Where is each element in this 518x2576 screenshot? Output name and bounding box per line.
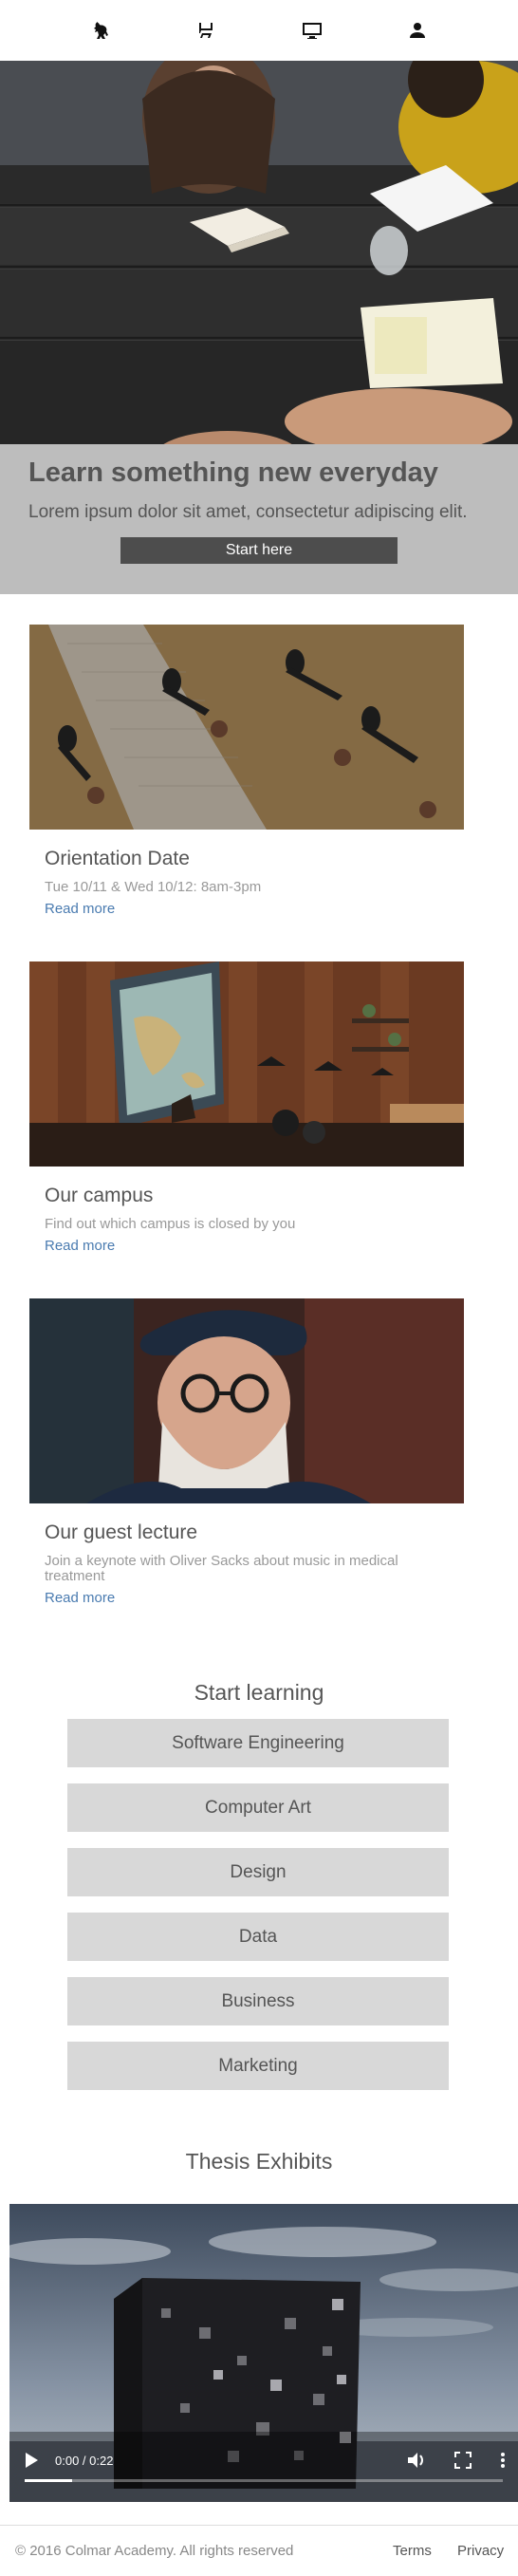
footer-privacy-link[interactable]: Privacy — [457, 2543, 504, 2559]
course-button-business[interactable]: Business — [67, 1977, 449, 2025]
card-title: Our campus — [45, 1185, 154, 1206]
read-more-link[interactable]: Read more — [29, 1590, 464, 1606]
person-icon — [410, 23, 426, 38]
card-image-campus — [29, 961, 464, 1167]
read-more-link[interactable]: Read more — [29, 1238, 464, 1254]
top-nav — [0, 0, 518, 61]
footer-terms-link[interactable]: Terms — [393, 2543, 432, 2559]
volume-icon[interactable] — [406, 2451, 427, 2470]
nav-item-desk[interactable] — [177, 11, 234, 49]
card-image-orientation — [29, 625, 464, 830]
hero-banner: Learn something new everyday Lorem ipsum… — [0, 444, 518, 594]
card-title: Our guest lecture — [45, 1521, 198, 1543]
start-learning-heading: Start learning — [194, 1680, 324, 1705]
start-here-button[interactable]: Start here — [120, 537, 398, 564]
card-title: Orientation Date — [45, 848, 190, 869]
more-options-icon[interactable] — [499, 2451, 507, 2470]
card-description: Find out which campus is closed by you — [45, 1216, 296, 1232]
card-campus: Our campus Find out which campus is clos… — [29, 961, 464, 1254]
course-button-design[interactable]: Design — [67, 1848, 449, 1896]
card-description: Tue 10/11 & Wed 10/12: 8am-3pm — [45, 879, 262, 895]
nav-item-account[interactable] — [389, 11, 446, 49]
course-button-marketing[interactable]: Marketing — [67, 2042, 449, 2090]
video-progress-fill — [25, 2479, 73, 2482]
hero-title: Learn something new everyday — [28, 457, 438, 488]
monitor-icon — [302, 23, 322, 39]
thesis-video-player[interactable]: 0:00 / 0:22 — [9, 2204, 518, 2502]
course-button-software-engineering[interactable]: Software Engineering — [67, 1719, 449, 1767]
thesis-exhibits-heading: Thesis Exhibits — [185, 2149, 333, 2174]
video-seek-bar[interactable] — [25, 2479, 503, 2482]
lion-icon — [93, 22, 108, 39]
card-description: Join a keynote with Oliver Sacks about m… — [45, 1553, 398, 1584]
chair-icon — [199, 23, 213, 38]
fullscreen-icon[interactable] — [453, 2451, 472, 2470]
nav-item-home[interactable] — [72, 11, 129, 49]
hero-subtitle: Lorem ipsum dolor sit amet, consectetur … — [28, 502, 468, 522]
card-orientation: Orientation Date Tue 10/11 & Wed 10/12: … — [29, 625, 464, 917]
footer-copyright: © 2016 Colmar Academy. All rights reserv… — [15, 2543, 294, 2559]
video-time: 0:00 / 0:22 — [55, 2454, 114, 2468]
read-more-link[interactable]: Read more — [29, 901, 464, 917]
card-guest-lecture: Our guest lecture Join a keynote with Ol… — [29, 1298, 464, 1606]
video-controls: 0:00 / 0:22 — [9, 2441, 518, 2502]
course-button-computer-art[interactable]: Computer Art — [67, 1783, 449, 1832]
hero-image — [0, 61, 518, 444]
course-button-data[interactable]: Data — [67, 1913, 449, 1961]
card-image-guest-lecture — [29, 1298, 464, 1503]
footer: © 2016 Colmar Academy. All rights reserv… — [0, 2525, 518, 2576]
nav-item-screen[interactable] — [284, 11, 341, 49]
play-icon[interactable] — [23, 2451, 40, 2470]
